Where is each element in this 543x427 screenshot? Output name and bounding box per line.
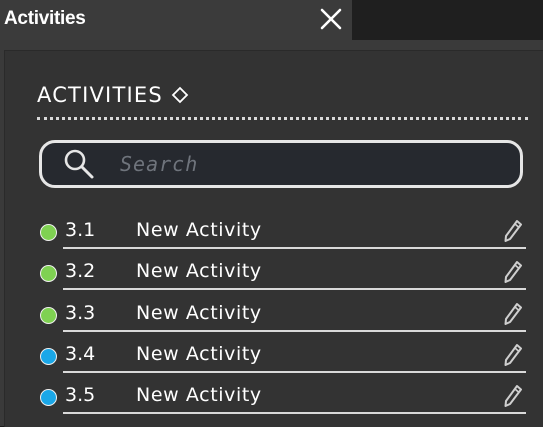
activity-row-1[interactable]: 3.1 New Activity [0,214,543,255]
edit-pencil-icon[interactable] [502,218,524,244]
tab-bar: Activities [0,0,543,40]
activity-name: New Activity [136,343,262,365]
activity-name: New Activity [136,302,262,324]
activity-number: 3.2 [65,260,96,282]
search-icon [64,149,94,179]
status-dot [40,348,57,365]
row-divider [63,330,526,332]
activity-number: 3.4 [65,343,96,365]
row-divider [63,371,526,373]
activity-number: 3.5 [65,384,96,406]
tab-title: Activities [4,8,86,29]
status-dot [40,224,57,241]
close-icon[interactable] [318,6,344,32]
search-box[interactable] [39,140,523,188]
row-divider [63,288,526,290]
heading-divider [37,117,528,120]
edit-pencil-icon[interactable] [502,383,524,409]
row-divider [63,247,526,249]
diamond-icon[interactable] [171,86,189,104]
activity-row-2[interactable]: 3.2 New Activity [0,255,543,296]
row-divider [63,412,526,414]
activity-row-4[interactable]: 3.4 New Activity [0,338,543,379]
edit-pencil-icon[interactable] [502,259,524,285]
edit-pencil-icon[interactable] [502,301,524,327]
status-dot [40,389,57,406]
edit-pencil-icon[interactable] [502,342,524,368]
activity-row-3[interactable]: 3.3 New Activity [0,297,543,338]
status-dot [40,265,57,282]
tab-activities[interactable]: Activities [0,0,352,40]
activity-number: 3.1 [65,219,96,241]
activity-name: New Activity [136,260,262,282]
activity-name: New Activity [136,219,262,241]
panel-heading: ACTIVITIES [37,83,189,107]
activity-name: New Activity [136,384,262,406]
activity-number: 3.3 [65,302,96,324]
search-input[interactable] [118,146,520,182]
activity-row-5[interactable]: 3.5 New Activity [0,379,543,420]
heading-text: ACTIVITIES [37,83,163,107]
status-dot [40,307,57,324]
